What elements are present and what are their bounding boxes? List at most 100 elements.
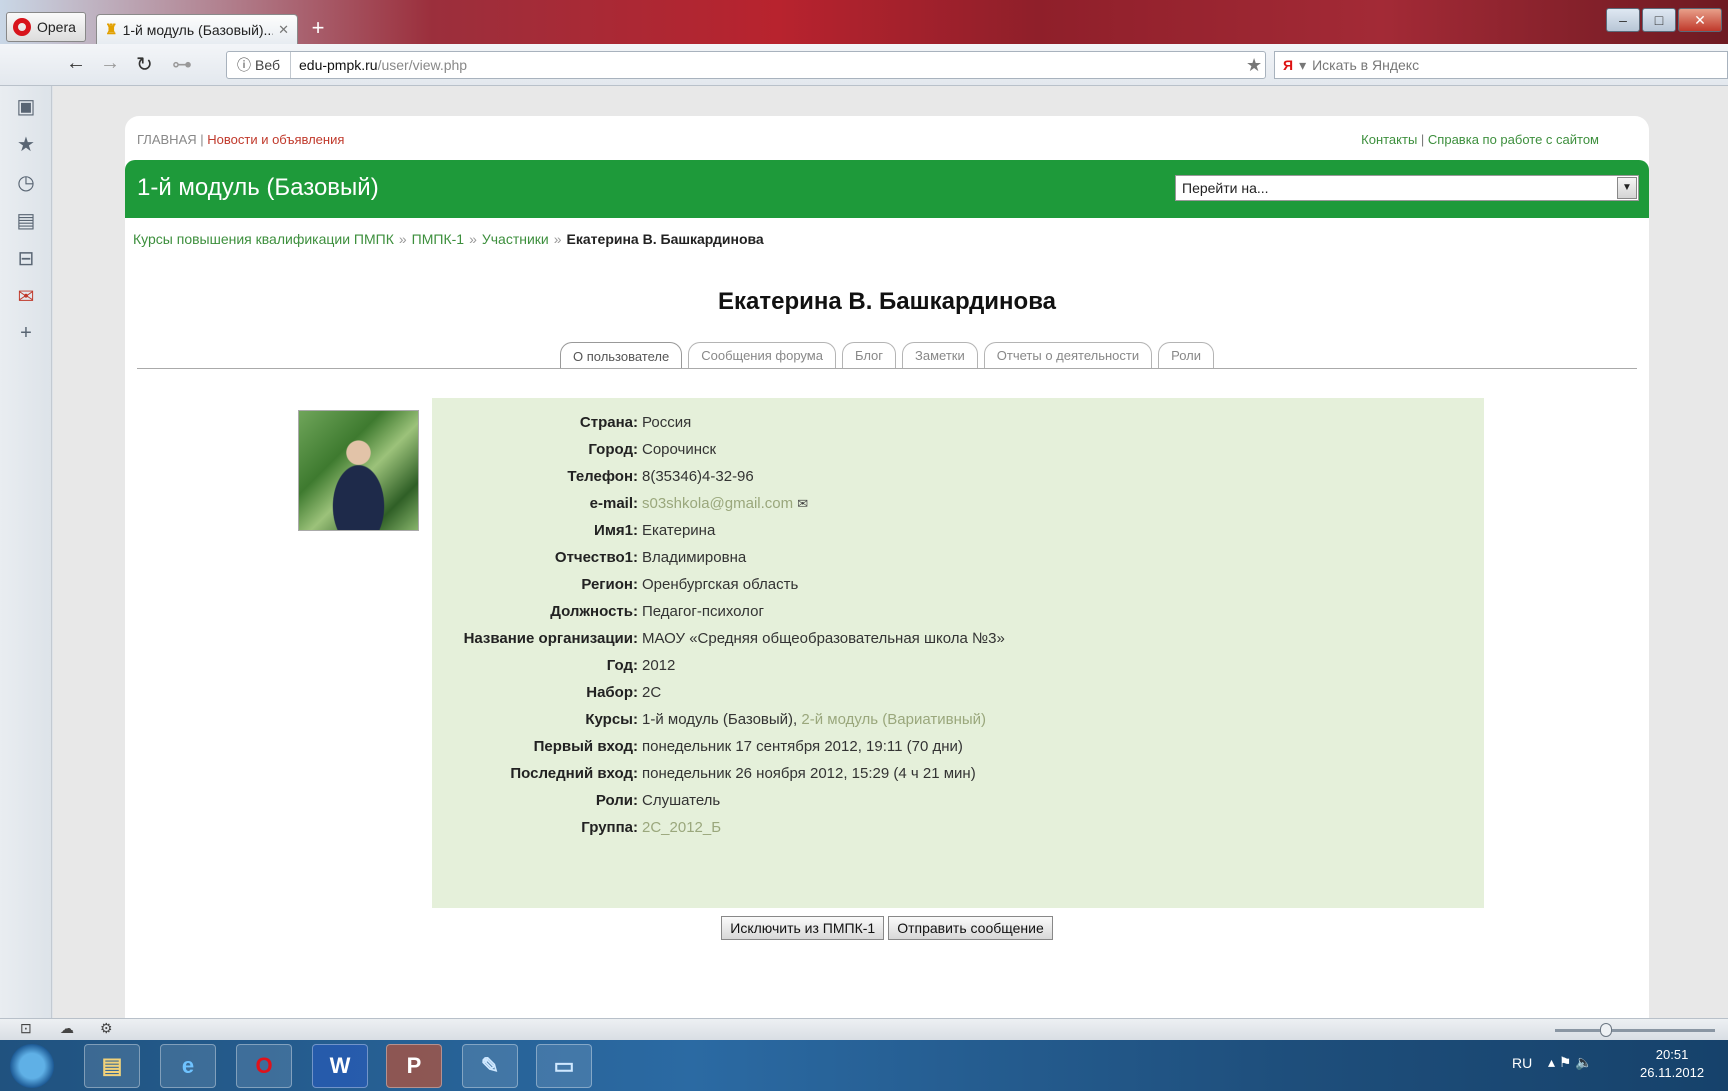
course-header: 1-й модуль (Базовый) Перейти на... ▼ xyxy=(125,160,1649,218)
tab-activity-reports[interactable]: Отчеты о деятельности xyxy=(983,342,1153,368)
tab-blog[interactable]: Блог xyxy=(841,342,897,368)
field-label: Телефон: xyxy=(567,468,638,485)
field-label: Отчество1: xyxy=(554,549,638,566)
internet-explorer-icon[interactable]: e xyxy=(160,1044,216,1088)
field-label: Год: xyxy=(606,657,638,674)
add-panel-icon[interactable]: + xyxy=(0,322,52,345)
tab-notes[interactable]: Заметки xyxy=(902,342,978,368)
breadcrumb-separator: » xyxy=(553,231,562,247)
browser-title-bar: Opera ♜ 1-й модуль (Базовый)... ✕ + – □ … xyxy=(0,0,1728,44)
user-avatar[interactable] xyxy=(298,410,419,531)
help-link[interactable]: Справка по работе с сайтом xyxy=(1428,132,1599,147)
address-toolbar: ← → ↻ ⊶ ⓘ Веб edu-pmpk.ru/user/view.php … xyxy=(0,44,1728,86)
opera-menu-button[interactable]: Opera xyxy=(6,12,86,42)
yandex-icon[interactable]: Я xyxy=(1283,57,1293,73)
zoom-slider-handle[interactable] xyxy=(1600,1023,1612,1037)
field-label: Набор: xyxy=(586,684,638,701)
tab-close-icon[interactable]: ✕ xyxy=(278,22,289,38)
current-course: 1-й модуль (Базовый), xyxy=(642,711,798,728)
security-badge[interactable]: ⓘ Веб xyxy=(227,52,291,78)
field-value: Оренбургская область xyxy=(642,576,799,593)
powerpoint-icon[interactable]: P xyxy=(386,1044,442,1088)
address-bar[interactable]: ⓘ Веб edu-pmpk.ru/user/view.php xyxy=(226,51,1266,79)
breadcrumb-item[interactable]: Участники xyxy=(482,231,549,247)
history-clock-icon[interactable]: ◷ xyxy=(0,170,52,195)
mail-icon[interactable]: ✉ xyxy=(0,284,52,309)
profile-row: Телефон: 8(35346)4-32-96 xyxy=(432,462,1484,492)
field-label: Имя1: xyxy=(594,522,638,539)
search-field[interactable]: Я ▾ Искать в Яндекс xyxy=(1274,51,1728,79)
web-globe-icon: ⓘ xyxy=(237,57,251,73)
field-value: Слушатель xyxy=(642,792,721,809)
system-clock[interactable]: 20:51 26.11.2012 xyxy=(1640,1046,1704,1082)
search-dropdown-icon[interactable]: ▾ xyxy=(1299,57,1306,74)
close-window-button[interactable]: ✕ xyxy=(1678,8,1722,32)
jump-to-select[interactable]: Перейти на... ▼ xyxy=(1175,175,1639,201)
jump-to-value: Перейти на... xyxy=(1182,180,1269,196)
start-button[interactable] xyxy=(10,1044,54,1088)
profile-actions: Исключить из ПМПК-1 Отправить сообщение xyxy=(125,916,1649,940)
window-controls: – □ ✕ xyxy=(1606,8,1722,32)
speed-dial-icon[interactable]: ▣ xyxy=(0,94,52,119)
field-label: Курсы: xyxy=(585,711,638,728)
contacts-link[interactable]: Контакты xyxy=(1361,132,1417,147)
minimize-button[interactable]: – xyxy=(1606,8,1640,32)
breadcrumb: Курсы повышения квалификации ПМПК » ПМПК-1… xyxy=(133,231,764,247)
new-tab-button[interactable]: + xyxy=(306,17,330,40)
field-value: Сорочинск xyxy=(642,441,717,458)
opera-logo-icon xyxy=(13,18,31,36)
tabs-divider xyxy=(137,368,1637,369)
tab-forum-posts[interactable]: Сообщения форума xyxy=(688,342,836,368)
profile-row: Название организации: МАОУ «Средняя общео… xyxy=(432,624,1484,654)
bookmarks-star-icon[interactable]: ★ xyxy=(0,132,52,157)
panel-toggle-icon[interactable]: ⊡ xyxy=(20,1020,32,1037)
home-link[interactable]: ГЛАВНАЯ xyxy=(137,132,197,147)
group-link[interactable]: 2С_2012_Б xyxy=(642,819,721,836)
notes-icon[interactable]: ▤ xyxy=(0,208,52,233)
settings-icon[interactable]: ⚙ xyxy=(100,1020,113,1037)
word-icon[interactable]: W xyxy=(312,1044,368,1088)
send-message-button[interactable]: Отправить сообщение xyxy=(888,916,1053,940)
news-link[interactable]: Новости и объявления xyxy=(207,132,344,147)
profile-row: e-mail: s03shkola@gmail.com ✉ xyxy=(432,489,1484,519)
language-indicator[interactable]: RU xyxy=(1512,1055,1532,1071)
browser-tab[interactable]: ♜ 1-й модуль (Базовый)... ✕ xyxy=(96,14,298,44)
window-thumbnail-icon[interactable]: ▭ xyxy=(536,1044,592,1088)
cloud-icon[interactable]: ☁ xyxy=(60,1020,74,1037)
opera-taskbar-icon[interactable]: O xyxy=(236,1044,292,1088)
field-value: Россия xyxy=(642,414,692,431)
reload-icon[interactable]: ↻ xyxy=(136,52,153,77)
profile-details: Страна: Россия Город: Сорочинск Телефон: 8(… xyxy=(432,398,1484,908)
tray-icons[interactable]: ▴ ⚑ 🔈 xyxy=(1548,1054,1593,1071)
profile-row: Последний вход: понедельник 26 ноября 201… xyxy=(432,759,1484,789)
field-label: e-mail: xyxy=(589,495,638,512)
unenrol-button[interactable]: Исключить из ПМПК-1 xyxy=(721,916,885,940)
profile-row: Роли: Слушатель xyxy=(432,786,1484,816)
downloads-icon[interactable]: ⊟ xyxy=(0,246,52,271)
fast-forward-icon[interactable]: ⊶ xyxy=(172,52,192,77)
tab-about-user[interactable]: О пользователе xyxy=(559,342,683,369)
field-label: Группа: xyxy=(581,819,638,836)
tab-roles[interactable]: Роли xyxy=(1158,342,1215,368)
page-viewport: ГЛАВНАЯ | Новости и объявления Контакты … xyxy=(53,86,1728,1018)
url-path: /user/view.php xyxy=(377,57,468,73)
field-value: Екатерина xyxy=(642,522,716,539)
course-link[interactable]: 2-й модуль (Вариативный) xyxy=(801,711,986,728)
opera-side-panel: ▣ ★ ◷ ▤ ⊟ ✉ + xyxy=(0,86,52,1018)
field-value: 8(35346)4-32-96 xyxy=(642,468,754,485)
dropdown-arrow-icon[interactable]: ▼ xyxy=(1617,177,1637,199)
breadcrumb-item[interactable]: Курсы повышения квалификации ПМПК xyxy=(133,231,394,247)
url-host: edu-pmpk.ru xyxy=(299,57,378,73)
back-arrow-icon[interactable]: ← xyxy=(66,52,86,75)
profile-row: Год: 2012 xyxy=(432,651,1484,681)
forward-arrow-icon[interactable]: → xyxy=(100,52,120,75)
envelope-icon[interactable]: ✉ xyxy=(797,496,808,511)
bookmark-star-icon[interactable]: ★ xyxy=(1246,55,1262,76)
maximize-button[interactable]: □ xyxy=(1642,8,1676,32)
paint-icon[interactable]: ✎ xyxy=(462,1044,518,1088)
profile-row: Имя1: Екатерина xyxy=(432,516,1484,546)
breadcrumb-item[interactable]: ПМПК-1 xyxy=(412,231,464,247)
email-link[interactable]: s03shkola@gmail.com xyxy=(642,495,793,512)
explorer-folder-icon[interactable]: ▤ xyxy=(84,1044,140,1088)
zoom-slider[interactable] xyxy=(1555,1029,1715,1032)
